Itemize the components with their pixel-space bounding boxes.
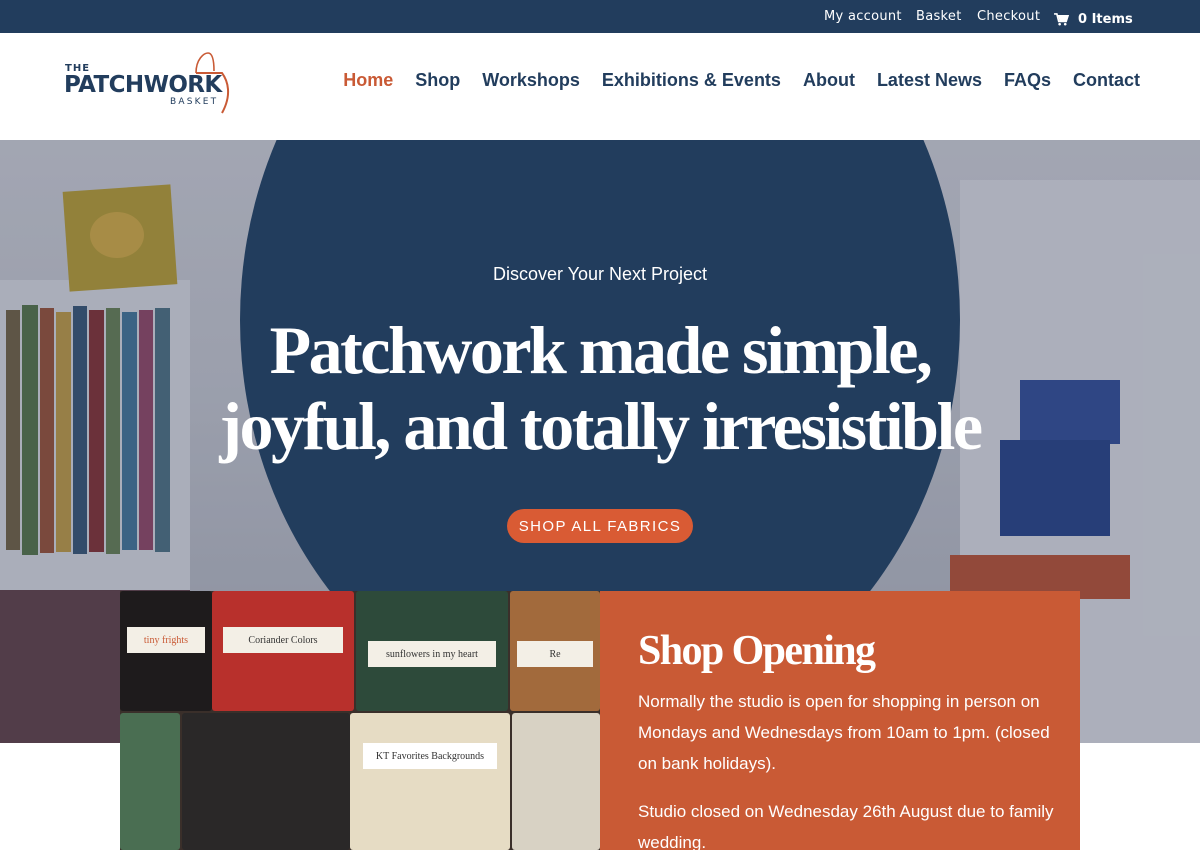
pack-label: Coriander Colors — [223, 627, 343, 653]
fabric-pack — [512, 713, 600, 850]
my-account-link[interactable]: My account — [824, 9, 902, 24]
top-utility-bar: My account Basket Checkout 0 Items — [0, 0, 1200, 33]
shop-all-fabrics-button[interactable]: SHOP ALL FABRICS — [507, 509, 693, 543]
hero-tagline: Discover Your Next Project — [492, 264, 708, 284]
pack-label: tiny frights — [127, 627, 205, 653]
nav-faqs[interactable]: FAQs — [1004, 70, 1051, 91]
cart-link[interactable]: 0 Items — [1054, 12, 1133, 27]
shop-opening-title: Shop Opening — [638, 628, 876, 674]
nav-shop[interactable]: Shop — [415, 70, 460, 91]
nav-home[interactable]: Home — [343, 70, 393, 91]
fabric-pack: Coriander Colors — [212, 591, 354, 711]
site-header: THE PATCHWORK BASKET Home Shop Workshops… — [0, 33, 1200, 140]
nav-workshops[interactable]: Workshops — [482, 70, 580, 91]
cart-icon — [1054, 13, 1069, 26]
fabric-pack: sunflowers in my heart — [356, 591, 508, 711]
hero-headline-line1: Patchwork made simple, — [269, 312, 933, 388]
basket-link[interactable]: Basket — [916, 9, 962, 24]
nav-contact[interactable]: Contact — [1073, 70, 1140, 91]
fabric-pack — [182, 713, 350, 850]
cart-count: 0 Items — [1078, 12, 1133, 27]
pack-label: sunflowers in my heart — [368, 641, 496, 667]
hero-headline: Patchwork made simple, joyful, and total… — [150, 312, 1050, 464]
fabric-pack: tiny frights — [120, 591, 212, 711]
pack-label: KT Favorites Backgrounds — [362, 743, 498, 769]
basket-handle-icon — [195, 52, 229, 114]
main-nav: Home Shop Workshops Exhibitions & Events… — [343, 70, 1140, 91]
site-logo[interactable]: THE PATCHWORK BASKET — [64, 51, 236, 119]
shop-opening-card: Shop Opening Normally the studio is open… — [600, 591, 1080, 850]
fabric-pack: Re — [510, 591, 600, 711]
pack-label: Re — [517, 641, 593, 667]
hero-headline-line2: joyful, and totally irresistible — [219, 388, 983, 464]
nav-latest-news[interactable]: Latest News — [877, 70, 982, 91]
fabric-packs-photo: tiny frights Coriander Colors sunflowers… — [120, 591, 600, 850]
fabric-pack — [120, 713, 180, 850]
closure-notice-text: Studio closed on Wednesday 26th August d… — [638, 802, 1054, 850]
nav-exhibitions-events[interactable]: Exhibitions & Events — [602, 70, 781, 91]
checkout-link[interactable]: Checkout — [977, 9, 1040, 24]
fabric-pack: KT Favorites Backgrounds — [350, 713, 510, 850]
nav-about[interactable]: About — [803, 70, 855, 91]
shop-hours-text: Normally the studio is open for shopping… — [638, 692, 1050, 773]
